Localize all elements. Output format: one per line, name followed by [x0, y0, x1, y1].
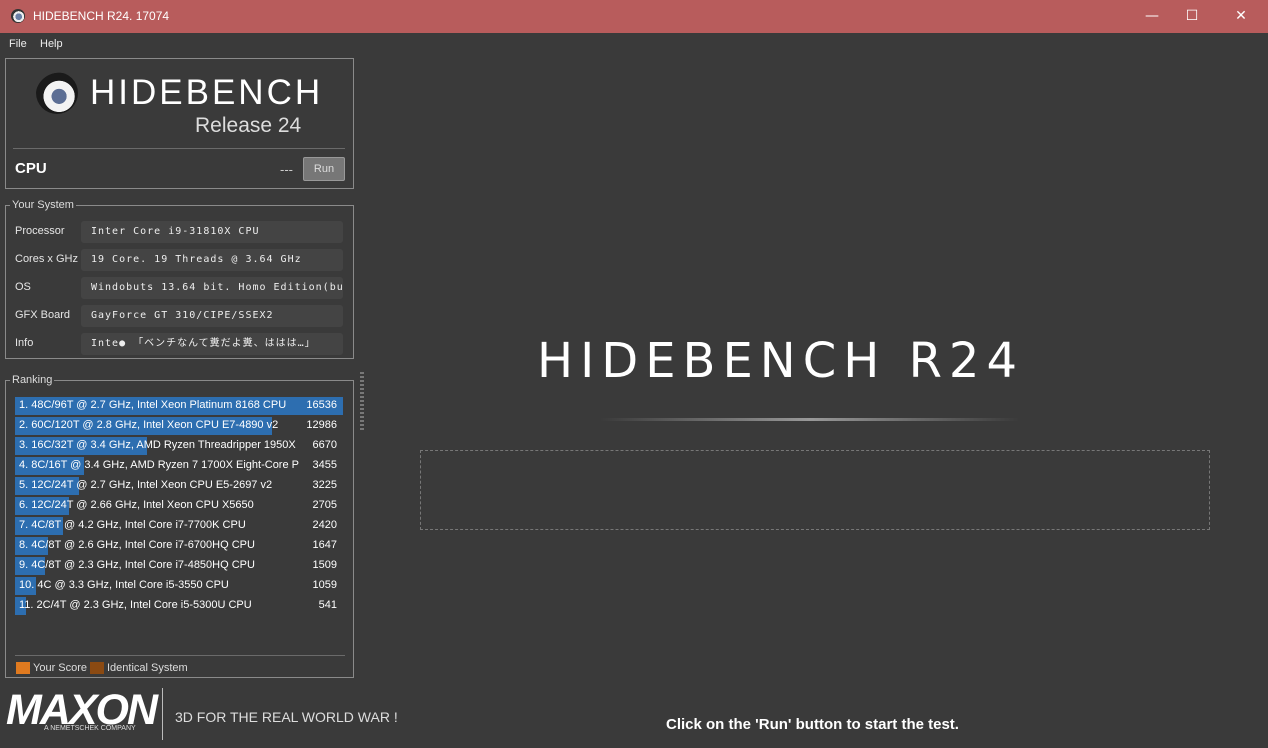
- logo-title: HIDEBENCH: [90, 73, 324, 112]
- ranking-label: 8. 4C/8T @ 2.6 GHz, Intel Core i7-6700HQ…: [19, 539, 255, 551]
- app-logo-icon: [36, 72, 78, 114]
- cpu-score: ---: [280, 162, 293, 177]
- cores-field: 19 Core. 19 Threads @ 3.64 GHz: [81, 249, 343, 271]
- ranking-label: 11. 2C/4T @ 2.3 GHz, Intel Core i5-5300U…: [19, 599, 252, 611]
- info-label: Info: [15, 337, 34, 349]
- ranking-panel: Ranking 1. 48C/96T @ 2.7 GHz, Intel Xeon…: [5, 374, 354, 678]
- run-button[interactable]: Run: [303, 157, 345, 181]
- ranking-row: 6. 12C/24T @ 2.66 GHz, Intel Xeon CPU X5…: [15, 497, 343, 515]
- ranking-label: 1. 48C/96T @ 2.7 GHz, Intel Xeon Platinu…: [19, 399, 287, 411]
- close-icon[interactable]: ✕: [1218, 0, 1264, 33]
- processor-label: Processor: [15, 225, 65, 237]
- ranking-score: 12986: [306, 419, 337, 431]
- maximize-icon[interactable]: ☐: [1169, 0, 1215, 33]
- ranking-score: 1509: [312, 559, 337, 571]
- ranking-score: 2420: [312, 519, 337, 531]
- divider: [13, 148, 345, 149]
- logo-panel: HIDEBENCH Release 24 CPU --- Run: [5, 58, 354, 189]
- ranking-score: 16536: [306, 399, 337, 411]
- cpu-label: CPU: [15, 160, 47, 177]
- maxon-subtitle: A NEMETSCHEK COMPANY: [44, 725, 136, 732]
- ranking-label: 4. 8C/16T @ 3.4 GHz, AMD Ryzen 7 1700X E…: [19, 459, 299, 471]
- processor-field: Inter Core i9-31810X CPU: [81, 221, 343, 243]
- ranking-label: 2. 60C/120T @ 2.8 GHz, Intel Xeon CPU E7…: [19, 419, 279, 431]
- ranking-title: Ranking: [10, 374, 55, 386]
- ranking-label: 9. 4C/8T @ 2.3 GHz, Intel Core i7-4850HQ…: [19, 559, 255, 571]
- os-field: Windobuts 13.64 bit. Homo Edition(bu: [81, 277, 343, 299]
- divider: [15, 655, 345, 656]
- menu-bar: File Help: [0, 33, 1268, 54]
- menu-help[interactable]: Help: [40, 38, 63, 50]
- ranking-row: 8. 4C/8T @ 2.6 GHz, Intel Core i7-6700HQ…: [15, 537, 343, 555]
- ranking-row: 5. 12C/24T @ 2.7 GHz, Intel Xeon CPU E5-…: [15, 477, 343, 495]
- legend-swatch-identical-system: [90, 662, 104, 674]
- logo-release: Release 24: [195, 114, 302, 137]
- main-title: HIDEBENCH R24: [537, 333, 1024, 389]
- ranking-score: 1647: [312, 539, 337, 551]
- ranking-row: 1. 48C/96T @ 2.7 GHz, Intel Xeon Platinu…: [15, 397, 343, 415]
- ranking-label: 5. 12C/24T @ 2.7 GHz, Intel Xeon CPU E5-…: [19, 479, 273, 491]
- ranking-label: 6. 12C/24T @ 2.66 GHz, Intel Xeon CPU X5…: [19, 499, 254, 511]
- legend-swatch-your-score: [16, 662, 30, 674]
- ranking-score: 3225: [312, 479, 337, 491]
- ranking-label: 3. 16C/32T @ 3.4 GHz, AMD Ryzen Threadri…: [19, 439, 299, 451]
- your-system-title: Your System: [10, 199, 76, 211]
- ranking-score: 2705: [312, 499, 337, 511]
- status-text: Click on the 'Run' button to start the t…: [666, 716, 959, 733]
- menu-file[interactable]: File: [9, 38, 27, 50]
- ranking-score: 1059: [312, 579, 337, 591]
- ranking-label: 7. 4C/8T @ 4.2 GHz, Intel Core i7-7700K …: [19, 519, 246, 531]
- ranking-row: 10. 4C @ 3.3 GHz, Intel Core i5-3550 CPU…: [15, 577, 343, 595]
- your-system-panel: Your System Processor Inter Core i9-3181…: [5, 199, 354, 359]
- cores-label: Cores x GHz: [15, 253, 78, 265]
- maxon-tagline: 3D FOR THE REAL WORLD WAR !: [175, 709, 398, 725]
- legend-your-score: Your Score: [33, 662, 88, 674]
- os-label: OS: [15, 281, 31, 293]
- ranking-row: 7. 4C/8T @ 4.2 GHz, Intel Core i7-7700K …: [15, 517, 343, 535]
- ranking-row: 2. 60C/120T @ 2.8 GHz, Intel Xeon CPU E7…: [15, 417, 343, 435]
- info-field: Inte● 「ベンチなんて糞だよ糞、ははは…」: [81, 333, 343, 355]
- legend-identical-system: Identical System: [107, 662, 188, 674]
- title-underline: [600, 418, 1020, 421]
- panel-resize-handle[interactable]: [360, 372, 364, 430]
- ranking-row: 4. 8C/16T @ 3.4 GHz, AMD Ryzen 7 1700X E…: [15, 457, 343, 475]
- gfx-label: GFX Board: [15, 309, 71, 321]
- window-title: HIDEBENCH R24. 17074: [33, 9, 170, 23]
- gfx-field: GayForce GT 310/CIPE/SSEX2: [81, 305, 343, 327]
- ranking-row: 3. 16C/32T @ 3.4 GHz, AMD Ryzen Threadri…: [15, 437, 343, 455]
- ranking-score: 541: [318, 599, 337, 611]
- ranking-score: 3455: [312, 459, 337, 471]
- ranking-score: 6670: [312, 439, 337, 451]
- ranking-row: 9. 4C/8T @ 2.3 GHz, Intel Core i7-4850HQ…: [15, 557, 343, 575]
- ranking-row: 11. 2C/4T @ 2.3 GHz, Intel Core i5-5300U…: [15, 597, 343, 615]
- content-placeholder: [420, 450, 1210, 530]
- app-icon: [11, 9, 25, 23]
- divider: [162, 688, 163, 740]
- ranking-label: 10. 4C @ 3.3 GHz, Intel Core i5-3550 CPU: [19, 579, 229, 591]
- title-bar: HIDEBENCH R24. 17074 — ☐ ✕: [0, 0, 1268, 33]
